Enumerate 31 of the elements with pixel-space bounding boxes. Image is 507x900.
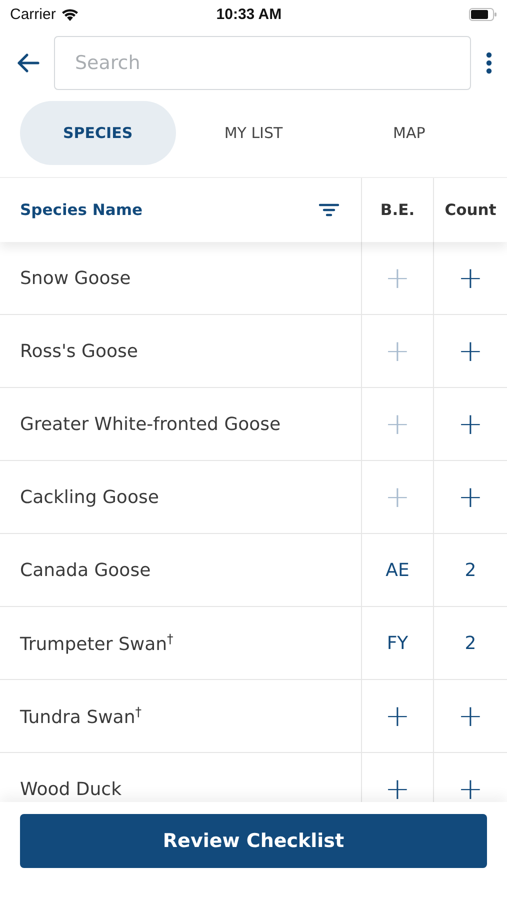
count-cell[interactable]: + bbox=[433, 315, 507, 387]
count-cell[interactable]: 2 bbox=[433, 534, 507, 606]
species-name[interactable]: Greater White-fronted Goose bbox=[20, 414, 281, 434]
species-name[interactable]: Trumpeter Swan$^{†}$ bbox=[20, 631, 174, 655]
wifi-icon bbox=[60, 8, 79, 20]
species-name[interactable]: Ross's Goose bbox=[20, 340, 138, 362]
carrier-name: Carrier bbox=[10, 6, 56, 22]
column-header: Count bbox=[444, 201, 496, 219]
breeding-code-cell[interactable]: + bbox=[361, 680, 433, 752]
column-header[interactable]: Species Name bbox=[20, 201, 143, 219]
tab[interactable]: SPECIES bbox=[20, 101, 176, 165]
species-name[interactable]: Tundra Swan$^{†}$ bbox=[20, 704, 142, 728]
review-checklist-button[interactable]: Review Checklist bbox=[20, 814, 487, 868]
battery-icon bbox=[469, 8, 497, 20]
column-header: B.E. bbox=[380, 201, 415, 219]
species-name[interactable]: Cackling Goose bbox=[20, 486, 159, 508]
species-name[interactable]: Snow Goose bbox=[20, 268, 131, 288]
count-cell[interactable]: + bbox=[433, 242, 507, 314]
species-name[interactable]: Wood Duck bbox=[20, 778, 122, 800]
search-field[interactable]: Search bbox=[54, 36, 471, 90]
tab[interactable]: MAP bbox=[331, 101, 488, 165]
count-cell[interactable]: + bbox=[433, 461, 507, 533]
breeding-code-cell[interactable]: AE bbox=[361, 534, 433, 606]
species-name[interactable]: Canada Goose bbox=[20, 560, 151, 580]
count-cell[interactable]: + bbox=[433, 680, 507, 752]
count-cell[interactable]: 2 bbox=[433, 607, 507, 679]
breeding-code-cell[interactable]: FY bbox=[361, 607, 433, 679]
filter-button[interactable] bbox=[317, 201, 341, 219]
count-cell[interactable]: + bbox=[433, 388, 507, 460]
status-time: 10:33 AM bbox=[216, 6, 282, 22]
tab[interactable]: MY LIST bbox=[176, 101, 332, 165]
